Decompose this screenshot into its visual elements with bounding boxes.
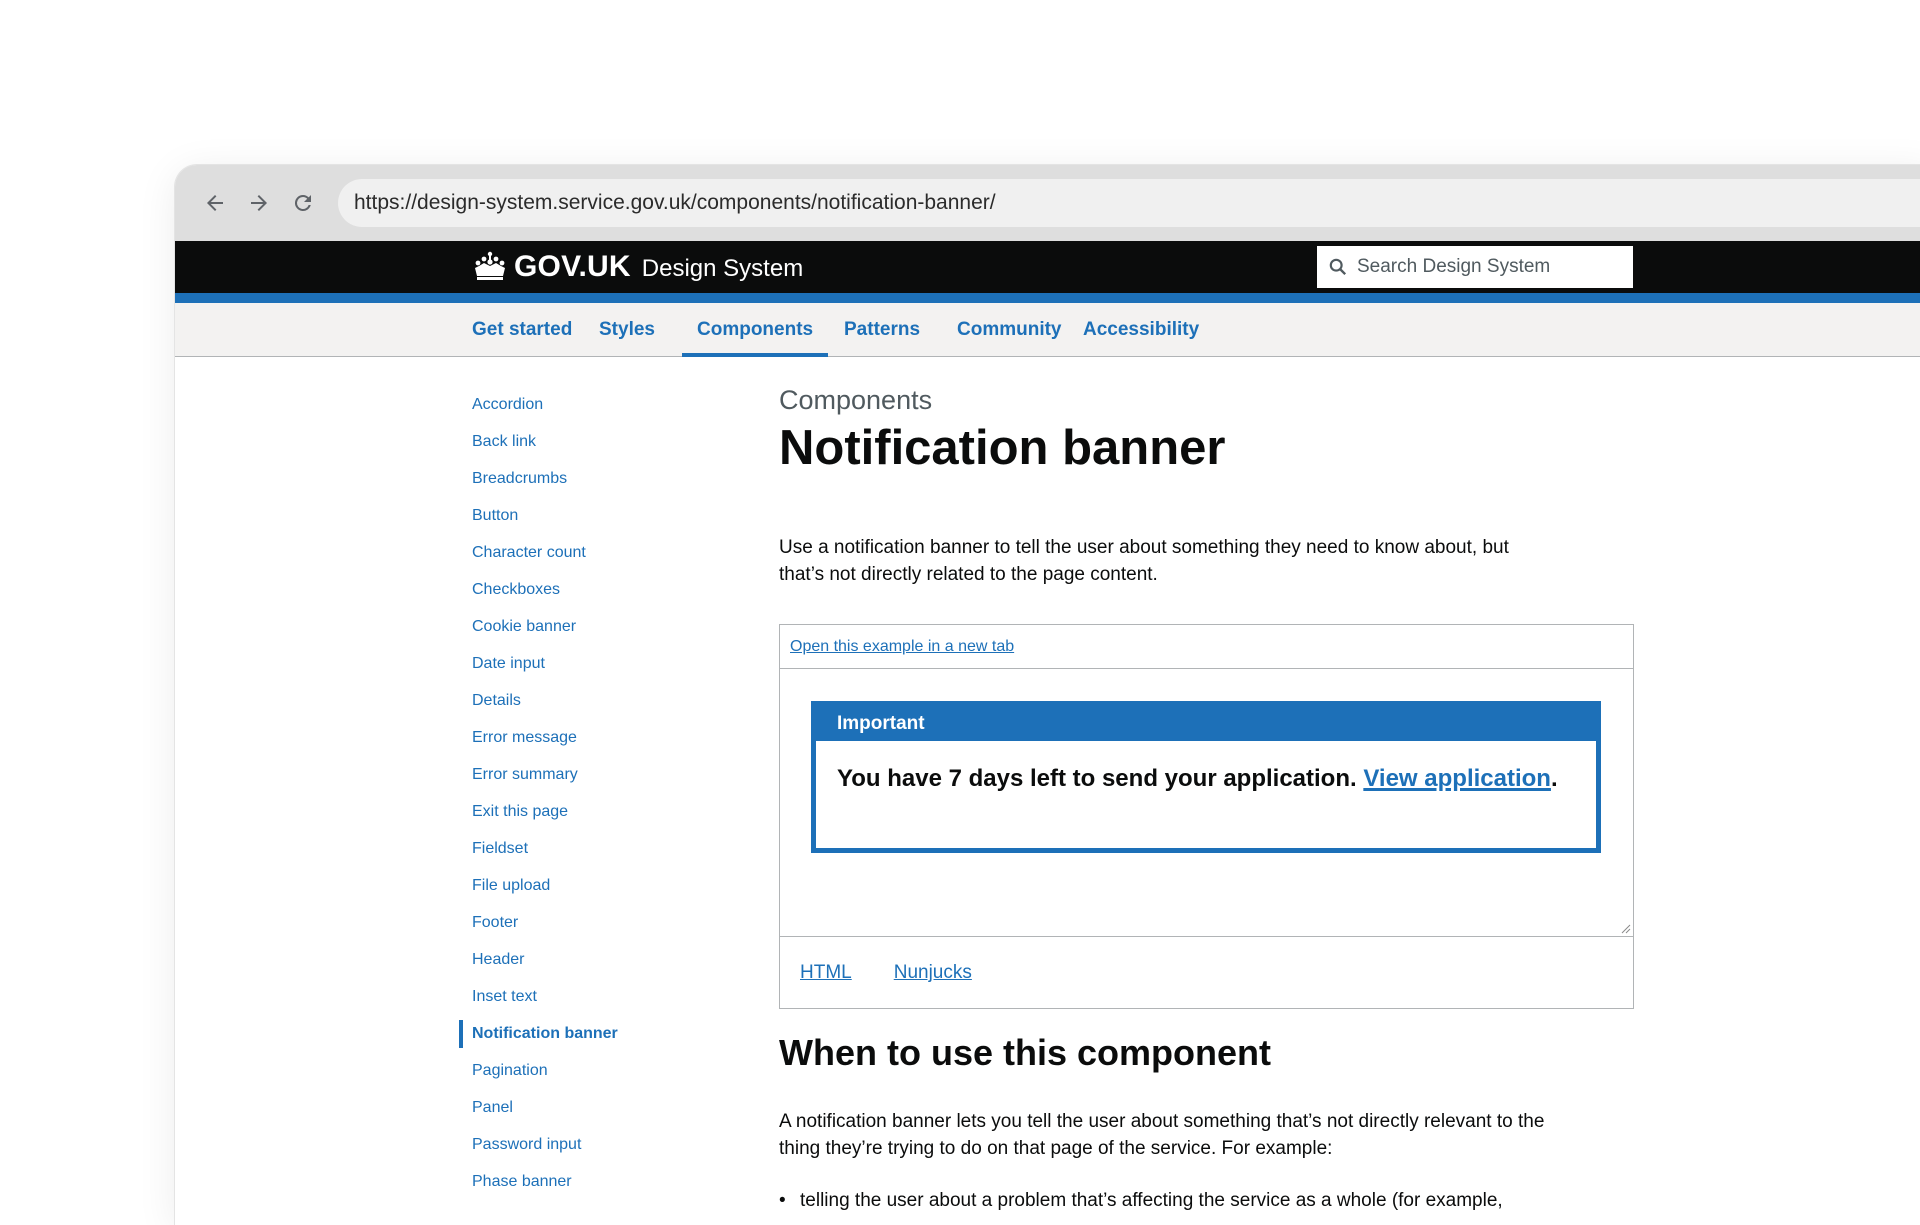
crown-icon <box>475 251 505 280</box>
search-input[interactable] <box>1357 256 1617 278</box>
list-item-text: telling the user about a problem that’s … <box>800 1190 1503 1211</box>
sidenav-item-error-summary[interactable]: Error summary <box>459 756 709 793</box>
example-container: Open this example in a new tab Important… <box>779 624 1634 1009</box>
sidenav-item-exit-this-page[interactable]: Exit this page <box>459 793 709 830</box>
notification-banner: Important You have 7 days left to send y… <box>811 701 1601 853</box>
header-logo-link[interactable]: GOV.UK Design System <box>472 247 803 287</box>
nav-community[interactable]: Community <box>942 303 1077 357</box>
bullet-icon: • <box>779 1190 786 1211</box>
section-paragraph: A notification banner lets you tell the … <box>779 1111 1545 1159</box>
sidenav-item-phase-banner[interactable]: Phase banner <box>459 1163 709 1200</box>
search-icon <box>1329 258 1347 276</box>
sidenav-item-password-input[interactable]: Password input <box>459 1126 709 1163</box>
nav-get-started[interactable]: Get started <box>457 303 587 357</box>
sidenav-item-file-upload[interactable]: File upload <box>459 867 709 904</box>
tab-html[interactable]: HTML <box>800 962 852 984</box>
sidenav-item-breadcrumbs[interactable]: Breadcrumbs <box>459 460 709 497</box>
sidenav-item-pagination[interactable]: Pagination <box>459 1052 709 1089</box>
browser-window: https://design-system.service.gov.uk/com… <box>175 165 1920 1225</box>
resize-handle-icon[interactable] <box>1621 924 1631 934</box>
banner-period: . <box>1550 765 1558 792</box>
sidenav-item-character-count[interactable]: Character count <box>459 534 709 571</box>
sidenav-item-details[interactable]: Details <box>459 682 709 719</box>
browser-toolbar: https://design-system.service.gov.uk/com… <box>175 165 1920 241</box>
sidenav-item-header[interactable]: Header <box>459 941 709 978</box>
open-example-link-text: Open this example in a new tab <box>790 637 1015 655</box>
nav-styles[interactable]: Styles <box>584 303 670 357</box>
open-example-link[interactable]: Open this example in a new tab <box>780 625 1633 669</box>
page-viewport: GOV.UK Design System Get started Styles … <box>175 241 1920 1225</box>
code-tabs: HTML Nunjucks <box>780 937 1633 1009</box>
sidenav-item-button[interactable]: Button <box>459 497 709 534</box>
tab-nunjucks[interactable]: Nunjucks <box>894 962 972 984</box>
sidenav-item-checkboxes[interactable]: Checkboxes <box>459 571 709 608</box>
reload-button[interactable] <box>287 187 319 219</box>
lead-paragraph: Use a notification banner to tell the us… <box>779 536 1509 585</box>
brand-product-name: Design System <box>641 255 804 282</box>
arrow-right-icon <box>251 195 267 211</box>
sub-navigation: Accordion Back link Breadcrumbs Button C… <box>459 386 709 1200</box>
primary-navigation: Get started Styles Components Patterns C… <box>175 303 1920 357</box>
sidenav-item-accordion[interactable]: Accordion <box>459 386 709 423</box>
banner-content: You have 7 days left to send your applic… <box>816 741 1596 848</box>
sidenav-item-fieldset[interactable]: Fieldset <box>459 830 709 867</box>
page-title: Notification banner <box>779 420 1226 475</box>
url-text: https://design-system.service.gov.uk/com… <box>354 191 996 214</box>
nav-accessibility[interactable]: Accessibility <box>1068 303 1214 357</box>
sidenav-item-back-link[interactable]: Back link <box>459 423 709 460</box>
sidenav-item-notification-banner[interactable]: Notification banner <box>459 1015 709 1052</box>
banner-text: You have 7 days left to send your applic… <box>837 765 1357 792</box>
forward-button[interactable] <box>243 187 275 219</box>
address-bar[interactable]: https://design-system.service.gov.uk/com… <box>338 179 1920 227</box>
brand-govuk: GOV.UK <box>514 250 631 283</box>
banner-title: Important <box>837 712 925 734</box>
reload-icon <box>294 194 311 211</box>
sidenav-item-panel[interactable]: Panel <box>459 1089 709 1126</box>
sidenav-item-footer[interactable]: Footer <box>459 904 709 941</box>
nav-patterns[interactable]: Patterns <box>829 303 935 357</box>
section-heading: When to use this component <box>779 1032 1271 1073</box>
arrow-left-icon <box>207 195 223 211</box>
main-content: Components Notification banner Use a not… <box>779 385 1639 1211</box>
sidenav-item-date-input[interactable]: Date input <box>459 645 709 682</box>
govuk-header: GOV.UK Design System <box>175 241 1920 293</box>
sidenav-item-cookie-banner[interactable]: Cookie banner <box>459 608 709 645</box>
sidenav-item-inset-text[interactable]: Inset text <box>459 978 709 1015</box>
search-box[interactable] <box>1317 246 1633 288</box>
page-caption: Components <box>779 385 933 415</box>
list-item: • telling the user about a problem that’… <box>779 1190 1599 1212</box>
nav-components[interactable]: Components <box>682 303 829 357</box>
view-application-link[interactable]: View application <box>1363 765 1551 792</box>
back-button[interactable] <box>199 187 231 219</box>
example-frame: Important You have 7 days left to send y… <box>780 669 1633 937</box>
sidenav-item-error-message[interactable]: Error message <box>459 719 709 756</box>
header-blue-stripe <box>175 293 1920 303</box>
